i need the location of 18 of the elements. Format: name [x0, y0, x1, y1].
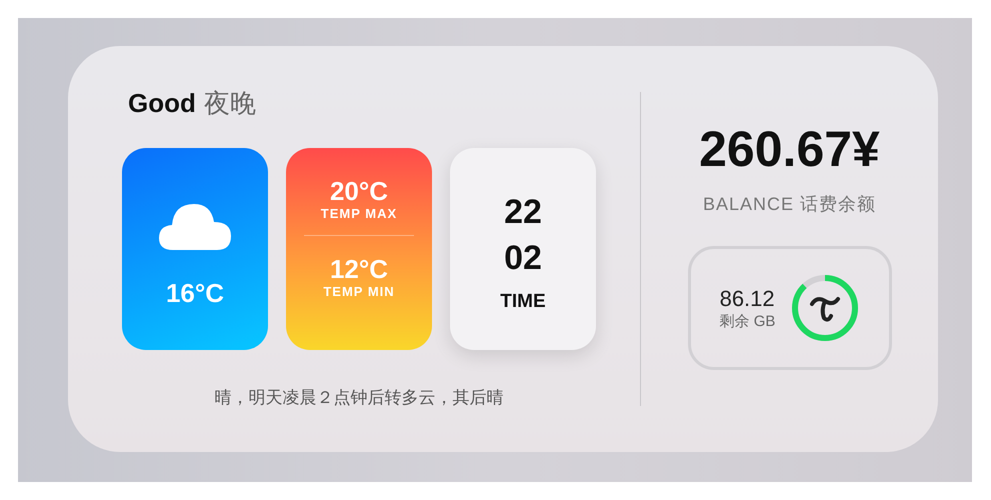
time-hour: 22	[504, 192, 542, 233]
balance-amount: 260.67¥	[699, 120, 880, 178]
temperature-value: 20°C	[330, 176, 388, 206]
current-temperature: 16°C	[166, 278, 224, 308]
progress-ring	[792, 275, 858, 341]
balance-label: BALANCE 话费余额	[702, 193, 876, 216]
time-label: TIME	[500, 291, 546, 313]
data-remaining: 86.12	[720, 286, 776, 312]
temperature-value: 12°C	[330, 254, 388, 284]
cloud-icon	[159, 204, 231, 250]
temperature-label: TEMP MAX	[320, 206, 398, 221]
greeting-title: Good	[128, 88, 196, 119]
swirl-logo-icon	[810, 297, 840, 322]
time-minute: 02	[504, 238, 542, 279]
temperature-label: TEMP MIN	[323, 284, 395, 299]
greeting-period: 夜晚	[204, 87, 256, 120]
forecast-text: 晴，明天凌晨２点钟后转多云，其后晴	[214, 387, 504, 409]
data-unit: 剩余 GB	[720, 312, 776, 330]
